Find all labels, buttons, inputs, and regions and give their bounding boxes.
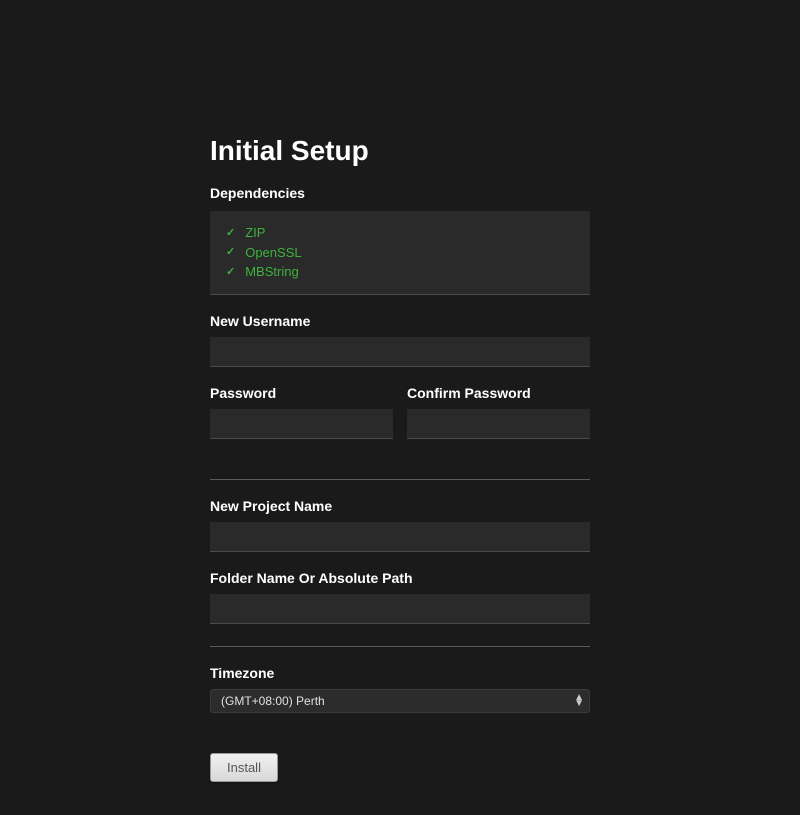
dependency-item-zip: ✓ ZIP	[226, 223, 574, 243]
project-name-field-group: New Project Name	[210, 498, 590, 552]
install-button[interactable]: Install	[210, 753, 278, 782]
username-label: New Username	[210, 313, 590, 329]
username-input[interactable]	[210, 337, 590, 367]
timezone-field-group: Timezone (GMT+08:00) Perth ▲▼	[210, 665, 590, 713]
project-name-label: New Project Name	[210, 498, 590, 514]
password-label: Password	[210, 385, 393, 401]
divider	[210, 479, 590, 480]
dependency-name: MBString	[245, 262, 298, 282]
timezone-select[interactable]: (GMT+08:00) Perth	[210, 689, 590, 713]
confirm-password-field-group: Confirm Password	[407, 385, 590, 439]
confirm-password-label: Confirm Password	[407, 385, 590, 401]
dependency-item-mbstring: ✓ MBString	[226, 262, 574, 282]
password-field-group: Password	[210, 385, 393, 439]
dependencies-box: ✓ ZIP ✓ OpenSSL ✓ MBString	[210, 211, 590, 295]
dependency-item-openssl: ✓ OpenSSL	[226, 243, 574, 263]
page-title: Initial Setup	[210, 135, 590, 167]
setup-form: Initial Setup Dependencies ✓ ZIP ✓ OpenS…	[210, 135, 590, 782]
folder-path-field-group: Folder Name Or Absolute Path	[210, 570, 590, 624]
check-icon: ✓	[226, 264, 235, 281]
project-name-input[interactable]	[210, 522, 590, 552]
check-icon: ✓	[226, 225, 235, 242]
divider	[210, 646, 590, 647]
folder-path-input[interactable]	[210, 594, 590, 624]
dependency-name: OpenSSL	[245, 243, 301, 263]
confirm-password-input[interactable]	[407, 409, 590, 439]
folder-path-label: Folder Name Or Absolute Path	[210, 570, 590, 586]
check-icon: ✓	[226, 244, 235, 261]
password-input[interactable]	[210, 409, 393, 439]
username-field-group: New Username	[210, 313, 590, 367]
dependencies-label: Dependencies	[210, 185, 590, 201]
timezone-label: Timezone	[210, 665, 590, 681]
dependency-name: ZIP	[245, 223, 265, 243]
